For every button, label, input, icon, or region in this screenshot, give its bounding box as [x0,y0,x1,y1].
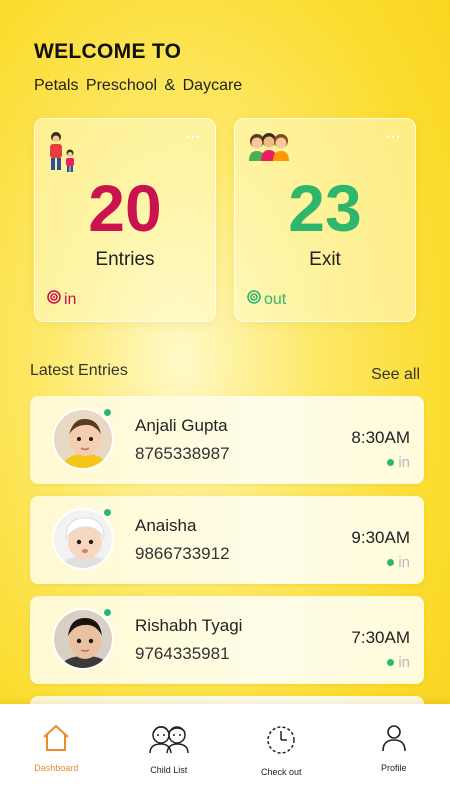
clock-icon [264,724,298,761]
see-all-link[interactable]: See all [371,366,420,384]
exit-status-label: out [264,290,287,308]
nav-label: Child List [150,765,188,775]
more-options-icon[interactable]: ... [186,125,201,141]
exit-count: 23 [288,171,362,245]
more-options-icon[interactable]: ... [386,125,401,141]
avatar [52,608,114,670]
person-icon [381,724,407,757]
nav-profile[interactable]: Profile [338,704,450,800]
entry-time: 8:30AM [351,428,410,447]
school-name: Petals Preschool & Daycare [34,77,243,94]
exit-label: Exit [309,249,341,270]
entry-status: in [387,654,410,671]
children-icon [148,724,190,759]
nav-dashboard[interactable]: Dashboard [0,704,113,800]
entries-count: 20 [88,171,162,245]
entry-name: Anaisha [135,516,197,535]
nav-label: Dashboard [34,763,79,773]
entry-status-label: in [398,554,410,571]
entry-status: in [387,454,410,471]
welcome-title: WELCOME TO [34,40,182,63]
exit-card[interactable]: ... 23 Exit out [234,118,416,322]
bottom-nav: Dashboard Child List Check out Profile [0,704,450,800]
entry-phone: 9866733912 [135,544,230,563]
latest-entries-title: Latest Entries [30,362,128,379]
entry-status-label: in [398,654,410,671]
online-indicator [103,608,112,617]
online-indicator [103,408,112,417]
avatar [52,508,114,570]
entry-row[interactable]: Rishabh Tyagi 9764335981 7:30AM in [30,596,424,684]
exit-status: out [247,290,286,309]
entry-time: 9:30AM [351,528,410,547]
nav-label: Profile [380,763,407,773]
nav-check-out[interactable]: Check out [225,704,338,800]
status-dot-icon [387,559,395,566]
entry-phone: 9764335981 [135,644,230,663]
online-indicator [103,508,112,517]
entries-status: in [47,290,76,309]
status-dot-icon [387,659,395,666]
nav-child-list[interactable]: Child List [113,704,226,800]
entries-status-label: in [64,290,77,308]
avatar [52,408,114,470]
entry-status-label: in [398,454,410,471]
parent-child-icon [47,131,77,178]
nav-label: Check out [260,767,302,777]
entry-time: 7:30AM [351,628,410,647]
home-icon [41,724,71,757]
entry-row[interactable]: Anjali Gupta 8765338987 8:30AM in [30,396,424,484]
entry-status: in [387,554,410,571]
entries-card[interactable]: ... 20 Entries in [34,118,216,322]
entries-label: Entries [95,249,155,270]
target-out-icon [247,290,261,309]
status-dot-icon [387,459,395,466]
kids-group-icon [247,131,291,166]
entry-name: Rishabh Tyagi [135,616,243,635]
entry-row[interactable]: Anaisha 9866733912 9:30AM in [30,496,424,584]
entry-name: Anjali Gupta [135,416,228,435]
entry-phone: 8765338987 [135,444,230,463]
target-in-icon [47,290,61,309]
